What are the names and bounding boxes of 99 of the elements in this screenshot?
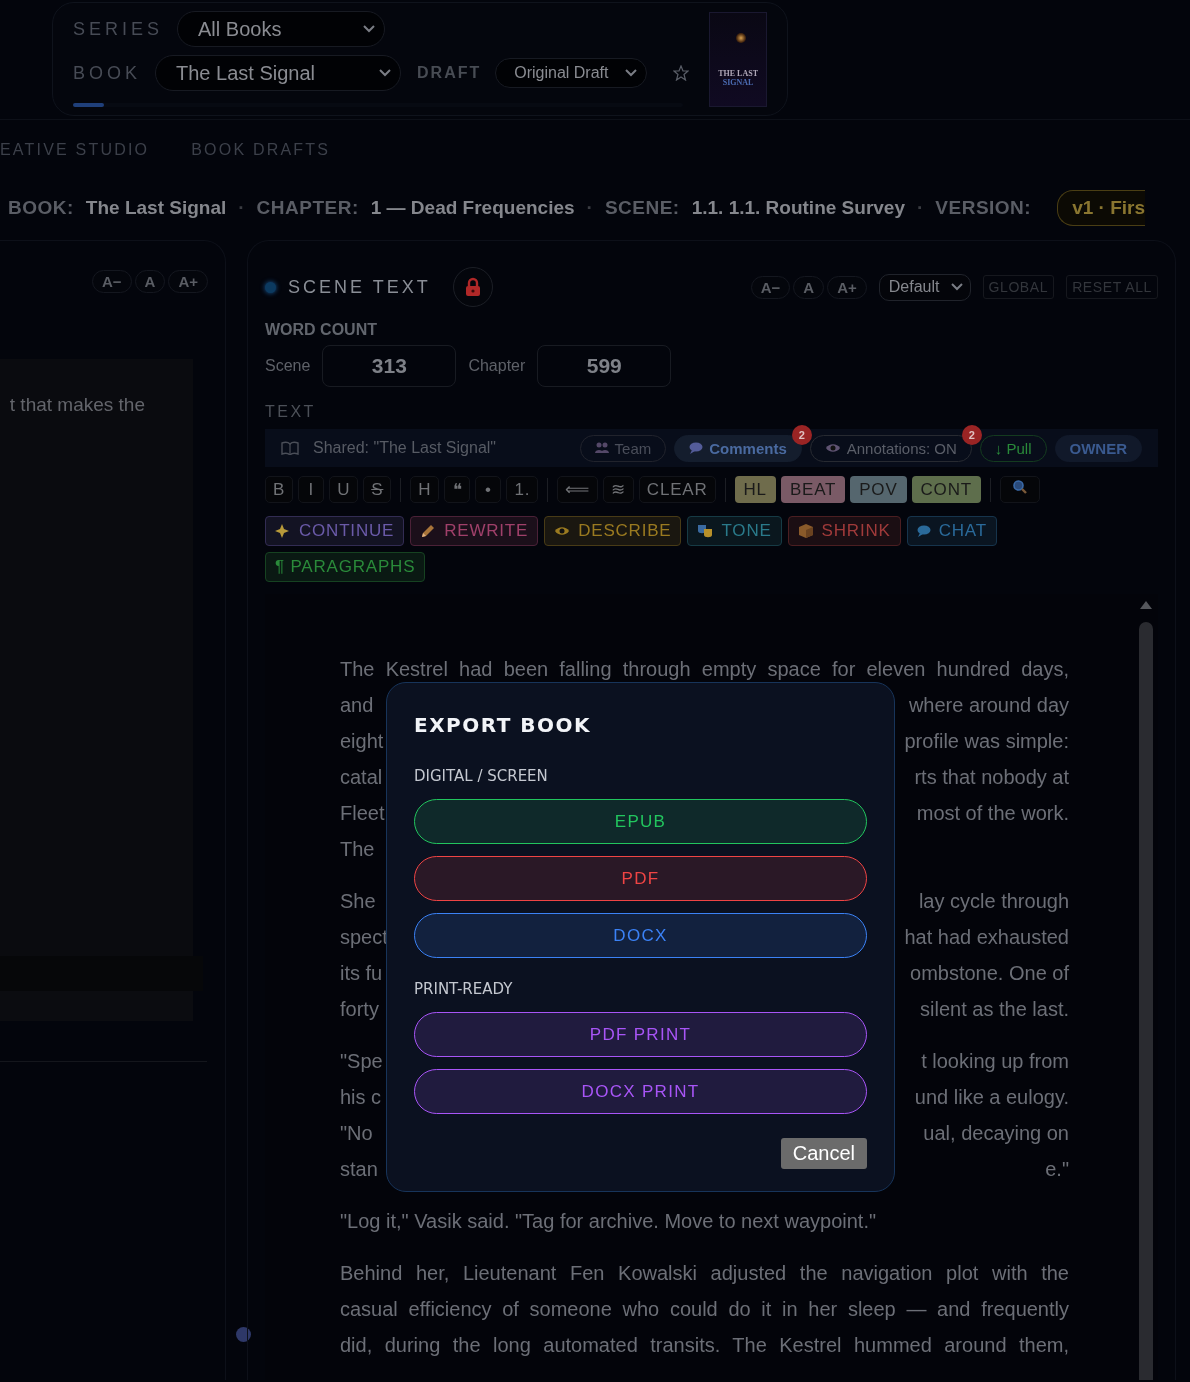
format-button[interactable]: 1. — [506, 476, 539, 503]
tag-button[interactable]: HL — [734, 476, 776, 503]
shared-status: Shared: "The Last Signal" — [313, 439, 497, 457]
text-label: TEXT — [265, 403, 317, 421]
breadcrumb-label: BOOK: — [8, 197, 74, 219]
text-fragment: eight — [340, 729, 384, 754]
draft-label: DRAFT — [417, 64, 482, 82]
format-button[interactable]: • — [475, 476, 502, 503]
word-count-label: WORD COUNT — [265, 321, 378, 339]
cancel-button[interactable]: Cancel — [780, 1138, 867, 1169]
share-bar-button[interactable]: OWNER — [1054, 434, 1142, 462]
text-fragment: "Spe — [340, 1049, 383, 1074]
ai-action-button[interactable]: CONTINUE — [265, 516, 405, 546]
dialog-title: EXPORT BOOK — [414, 713, 593, 737]
text-fragment: ual, decaying on — [923, 1121, 1069, 1146]
tag-button[interactable]: CONT — [911, 476, 981, 503]
font-size-button[interactable]: A+ — [168, 270, 208, 293]
separator-dot: · — [917, 197, 924, 219]
ai-action-button[interactable]: REWRITE — [410, 516, 539, 546]
breadcrumb-value[interactable]: 1 — Dead Frequencies — [370, 197, 575, 219]
text-line: casual efficiency of someone who could do it in her sleep — and frequently — [340, 1297, 1069, 1322]
text-fragment: lay cycle through — [918, 889, 1069, 914]
text-fragment: "No — [340, 1121, 373, 1146]
section-label: DIGITAL / SCREEN — [414, 767, 549, 785]
format-button[interactable]: ≋ — [603, 476, 634, 503]
text-fragment: profile was simple: — [904, 729, 1069, 754]
export-button[interactable]: DOCX — [414, 913, 867, 958]
text-fragment: ombstone. One of — [910, 961, 1069, 986]
breadcrumb-value[interactable]: 1.1. 1.1. Routine Survey — [691, 197, 905, 219]
section-title: SCENE TEXT — [288, 276, 431, 298]
series-select[interactable]: All Books — [177, 11, 386, 47]
text-fragment: where around day — [908, 693, 1069, 718]
ai-action-button[interactable]: TONE — [687, 516, 782, 546]
format-button[interactable]: H — [410, 476, 440, 503]
text-fragment: silent as the last. — [920, 997, 1069, 1022]
text-line: "Log it," Vasik said. "Tag for archive. Move to next waypoint." — [340, 1209, 878, 1234]
draft-select[interactable]: Original Draft — [495, 58, 648, 88]
format-button[interactable]: CLEAR — [638, 476, 716, 503]
count-badge: 2 — [961, 424, 982, 445]
export-button[interactable]: DOCX PRINT — [414, 1069, 867, 1114]
cover-title: SIGNAL — [722, 78, 754, 88]
font-size-button[interactable]: A+ — [827, 275, 867, 299]
scene-count: 313 — [322, 345, 457, 387]
book-select[interactable]: The Last Signal — [155, 55, 401, 91]
format-button[interactable]: ❝ — [444, 476, 471, 503]
text-fragment: und like a eulogy. — [914, 1085, 1069, 1110]
text-line: did, during the long automated transits. The Kestrel hummed around them, — [340, 1333, 1069, 1358]
text-fragment: its fu — [340, 961, 383, 986]
breadcrumb-label: SCENE: — [604, 197, 680, 219]
format-button[interactable]: U — [329, 476, 359, 503]
chapter-count: 599 — [537, 345, 672, 387]
font-size-button[interactable]: A — [134, 270, 166, 293]
text-fragment: forty — [340, 997, 379, 1022]
text-line: The Kestrel had been falling through empty space for eleven hundred days, — [340, 657, 1069, 682]
text-fragment: stan — [340, 1157, 378, 1182]
count-badge: 2 — [791, 424, 812, 445]
text-fragment: hat had exhausted — [904, 925, 1069, 950]
chapter-count-label: Chapter — [468, 357, 526, 375]
format-button[interactable]: I — [298, 476, 325, 503]
text-fragment: most of the work. — [916, 801, 1069, 826]
section-label: PRINT-READY — [414, 980, 514, 998]
panel-text: t that makes the — [8, 394, 146, 416]
separator-dot: · — [586, 197, 593, 219]
text-fragment: The — [340, 837, 375, 862]
export-button[interactable]: PDF — [414, 856, 867, 901]
text-fragment: catal — [340, 765, 383, 790]
format-button[interactable]: S — [363, 476, 392, 503]
text-fragment: and — [340, 693, 374, 718]
font-size-button[interactable]: A− — [91, 270, 132, 293]
version-label: VERSION: — [935, 197, 1032, 219]
text-fragment: t looking up from — [921, 1049, 1069, 1074]
export-button[interactable]: PDF PRINT — [414, 1012, 867, 1057]
font-size-button[interactable]: A — [793, 275, 825, 299]
series-label: SERIES — [73, 18, 164, 40]
text-line: Behind her, Lieutenant Fen Kowalski adjusted the navigation plot with the — [340, 1261, 1069, 1286]
tag-button[interactable]: POV — [850, 476, 907, 503]
breadcrumb-label: CHAPTER: — [256, 197, 359, 219]
text-fragment: She — [340, 889, 376, 914]
ai-action-button[interactable]: SHRINK — [787, 516, 901, 546]
format-button[interactable]: B — [265, 476, 294, 503]
text-fragment: e." — [1045, 1157, 1069, 1182]
version-badge[interactable]: v1 · Firs — [1057, 190, 1146, 226]
text-fragment: his c — [340, 1085, 382, 1110]
text-fragment: Fleet — [340, 801, 385, 826]
cover-title: THE LAST — [718, 68, 758, 79]
scene-count-label: Scene — [265, 357, 311, 375]
tag-button[interactable]: BEAT — [780, 476, 846, 503]
ai-action-button[interactable]: DESCRIBE — [544, 516, 682, 546]
format-button[interactable]: ⟸ — [557, 476, 599, 503]
text-fragment: rts that nobody at — [914, 765, 1069, 790]
separator-dot: · — [238, 197, 245, 219]
font-size-button[interactable]: A− — [750, 275, 791, 299]
ai-action-button[interactable]: ¶ PARAGRAPHS — [265, 552, 426, 582]
breadcrumb-value[interactable]: The Last Signal — [85, 197, 227, 219]
export-button[interactable]: EPUB — [414, 799, 867, 844]
font-select[interactable]: Default — [878, 273, 971, 301]
book-label: BOOK — [73, 62, 141, 84]
ai-action-button[interactable]: CHAT — [906, 516, 997, 546]
text-fragment: spect — [340, 925, 388, 950]
